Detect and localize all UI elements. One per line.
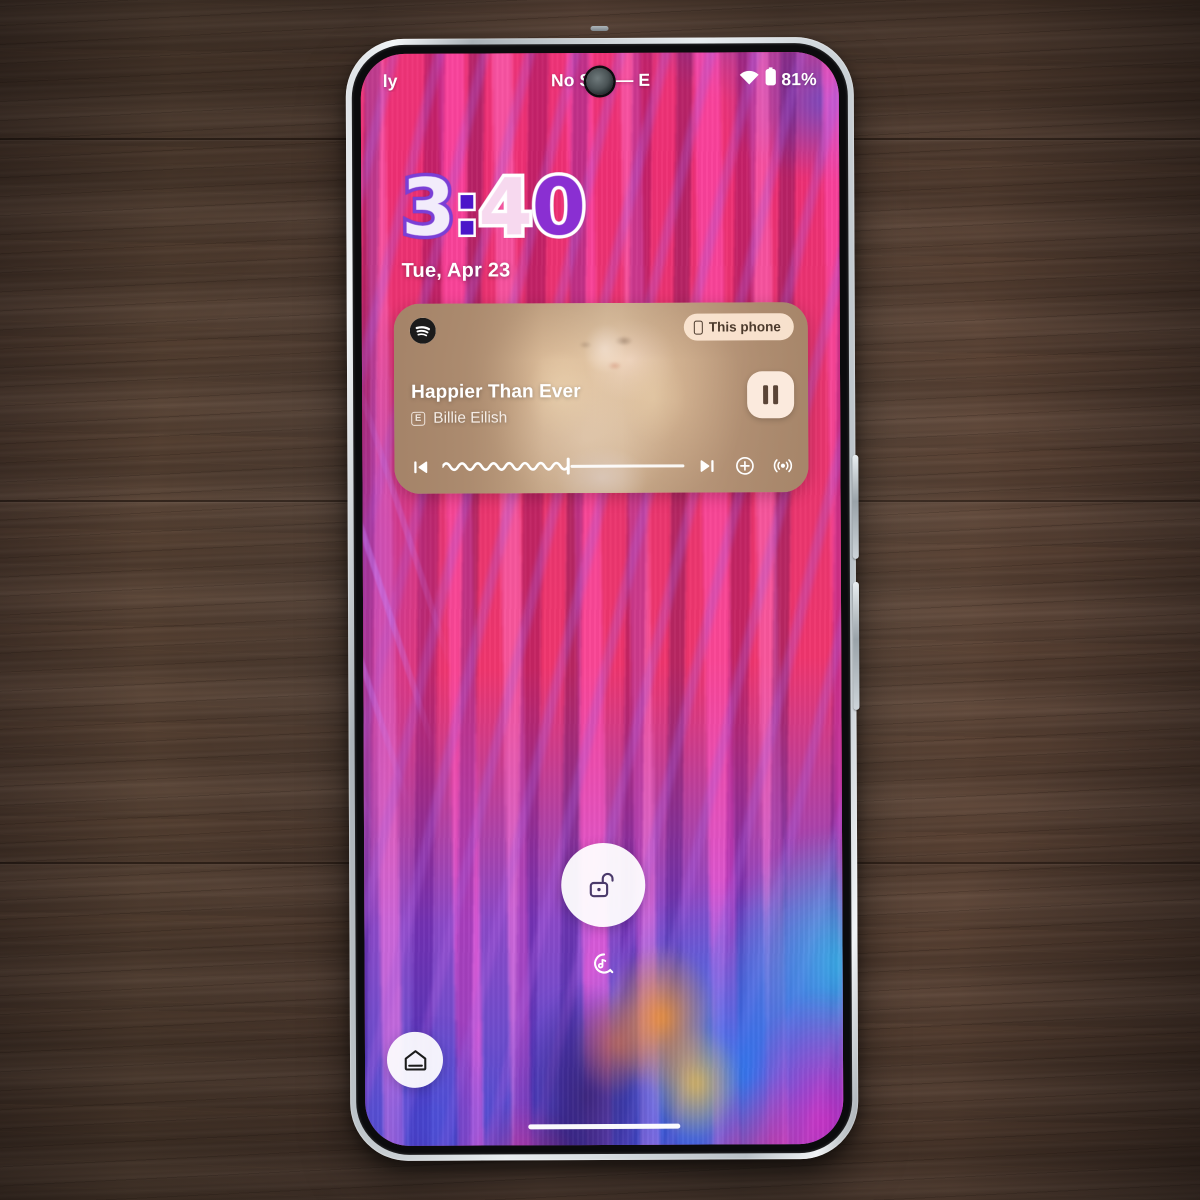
spotify-icon[interactable]: [409, 317, 436, 344]
clock-digit-min-1: 4: [475, 160, 536, 257]
artist-name: Billie Eilish: [433, 409, 508, 427]
seek-progress-wave: [442, 459, 568, 474]
track-title: Happier Than Ever: [411, 381, 581, 403]
wifi-icon: [738, 69, 759, 90]
battery-percent: 81%: [781, 68, 817, 89]
clock-digit-hour: 3: [398, 160, 459, 257]
explicit-badge: E: [411, 411, 426, 426]
seek-remaining-track: [570, 464, 685, 468]
clock-digit-min-2: 0: [528, 160, 589, 257]
power-button[interactable]: [852, 454, 859, 559]
seek-bar[interactable]: [442, 453, 685, 480]
smartphone-device: ly No SIM — E 81% 3 : 4: [345, 25, 860, 1162]
earpiece-speaker: [590, 25, 609, 32]
cast-audio-button[interactable]: [768, 451, 796, 479]
lock-screen-date: Tue, Apr 23: [401, 259, 511, 282]
artist-row: E Billie Eilish: [411, 409, 507, 427]
pause-button[interactable]: [747, 371, 795, 419]
add-to-library-button[interactable]: [730, 451, 758, 479]
skip-previous-button[interactable]: [406, 453, 434, 481]
media-controls-row: [406, 450, 796, 482]
carrier-text: ly: [382, 70, 398, 91]
sim-status-text: No SIM — E: [550, 69, 651, 90]
unlock-padlock-icon: [589, 872, 614, 898]
pause-icon: [773, 385, 779, 405]
home-shortcut-button[interactable]: [386, 1031, 444, 1088]
lock-screen-clock-widget[interactable]: 3 : 4 0 Tue, Apr 23: [398, 160, 589, 283]
skip-next-button[interactable]: [692, 451, 720, 479]
phone-icon: [693, 320, 703, 335]
output-device-label: This phone: [708, 319, 781, 335]
gesture-nav-pill[interactable]: [528, 1123, 681, 1130]
pause-icon: [763, 385, 769, 405]
phone-screen[interactable]: ly No SIM — E 81% 3 : 4: [360, 51, 844, 1147]
volume-button[interactable]: [852, 581, 860, 710]
output-device-chip[interactable]: This phone: [683, 313, 794, 341]
unlock-button[interactable]: [561, 842, 646, 928]
now-playing-identify-button[interactable]: [590, 949, 618, 977]
clock-colon: :: [450, 165, 483, 254]
battery-icon: [764, 67, 776, 91]
media-player-widget[interactable]: This phone Happier Than Ever E Billie Ei…: [393, 302, 809, 494]
status-icons: 81%: [738, 67, 817, 91]
now-playing-identify-icon: [593, 952, 613, 974]
punch-hole-camera: [586, 67, 614, 96]
home-icon: [404, 1049, 426, 1071]
clock-time: 3 : 4 0: [398, 160, 589, 258]
seek-thumb[interactable]: [566, 457, 570, 475]
